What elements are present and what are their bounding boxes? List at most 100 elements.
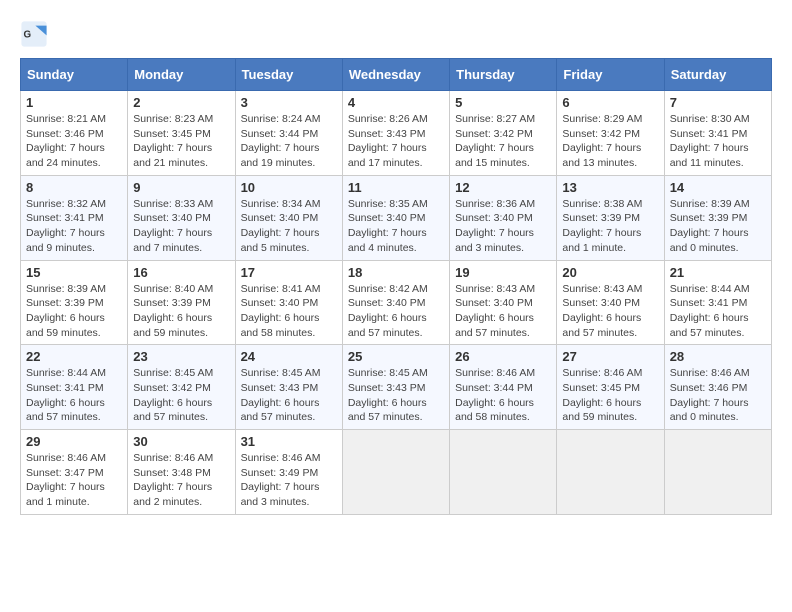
day-header-saturday: Saturday (664, 59, 771, 91)
day-header-wednesday: Wednesday (342, 59, 449, 91)
calendar-cell (450, 430, 557, 515)
day-number: 8 (26, 180, 122, 195)
calendar-cell: 7 Sunrise: 8:30 AMSunset: 3:41 PMDayligh… (664, 91, 771, 176)
calendar-cell: 18 Sunrise: 8:42 AMSunset: 3:40 PMDaylig… (342, 260, 449, 345)
day-number: 19 (455, 265, 551, 280)
day-number: 3 (241, 95, 337, 110)
day-info: Sunrise: 8:41 AMSunset: 3:40 PMDaylight:… (241, 283, 321, 339)
day-info: Sunrise: 8:24 AMSunset: 3:44 PMDaylight:… (241, 113, 321, 169)
day-info: Sunrise: 8:39 AMSunset: 3:39 PMDaylight:… (670, 198, 750, 254)
day-info: Sunrise: 8:42 AMSunset: 3:40 PMDaylight:… (348, 283, 428, 339)
day-number: 2 (133, 95, 229, 110)
calendar-cell: 31 Sunrise: 8:46 AMSunset: 3:49 PMDaylig… (235, 430, 342, 515)
logo: G (20, 20, 52, 48)
calendar-cell: 1 Sunrise: 8:21 AMSunset: 3:46 PMDayligh… (21, 91, 128, 176)
day-number: 7 (670, 95, 766, 110)
day-info: Sunrise: 8:46 AMSunset: 3:49 PMDaylight:… (241, 452, 321, 508)
calendar-cell: 23 Sunrise: 8:45 AMSunset: 3:42 PMDaylig… (128, 345, 235, 430)
calendar-cell: 30 Sunrise: 8:46 AMSunset: 3:48 PMDaylig… (128, 430, 235, 515)
day-number: 6 (562, 95, 658, 110)
day-number: 29 (26, 434, 122, 449)
calendar-cell: 11 Sunrise: 8:35 AMSunset: 3:40 PMDaylig… (342, 175, 449, 260)
calendar-cell: 6 Sunrise: 8:29 AMSunset: 3:42 PMDayligh… (557, 91, 664, 176)
calendar-cell: 8 Sunrise: 8:32 AMSunset: 3:41 PMDayligh… (21, 175, 128, 260)
day-number: 23 (133, 349, 229, 364)
day-info: Sunrise: 8:35 AMSunset: 3:40 PMDaylight:… (348, 198, 428, 254)
calendar-table: SundayMondayTuesdayWednesdayThursdayFrid… (20, 58, 772, 515)
calendar-cell (664, 430, 771, 515)
day-info: Sunrise: 8:46 AMSunset: 3:48 PMDaylight:… (133, 452, 213, 508)
day-info: Sunrise: 8:21 AMSunset: 3:46 PMDaylight:… (26, 113, 106, 169)
calendar-week-row: 29 Sunrise: 8:46 AMSunset: 3:47 PMDaylig… (21, 430, 772, 515)
calendar-cell: 3 Sunrise: 8:24 AMSunset: 3:44 PMDayligh… (235, 91, 342, 176)
day-info: Sunrise: 8:46 AMSunset: 3:45 PMDaylight:… (562, 367, 642, 423)
day-number: 5 (455, 95, 551, 110)
day-number: 12 (455, 180, 551, 195)
day-info: Sunrise: 8:45 AMSunset: 3:43 PMDaylight:… (241, 367, 321, 423)
day-info: Sunrise: 8:32 AMSunset: 3:41 PMDaylight:… (26, 198, 106, 254)
day-header-sunday: Sunday (21, 59, 128, 91)
calendar-cell: 19 Sunrise: 8:43 AMSunset: 3:40 PMDaylig… (450, 260, 557, 345)
day-number: 22 (26, 349, 122, 364)
day-header-tuesday: Tuesday (235, 59, 342, 91)
day-info: Sunrise: 8:36 AMSunset: 3:40 PMDaylight:… (455, 198, 535, 254)
logo-icon: G (20, 20, 48, 48)
calendar-cell: 28 Sunrise: 8:46 AMSunset: 3:46 PMDaylig… (664, 345, 771, 430)
day-number: 14 (670, 180, 766, 195)
svg-text:G: G (24, 30, 32, 41)
calendar-cell: 12 Sunrise: 8:36 AMSunset: 3:40 PMDaylig… (450, 175, 557, 260)
calendar-cell (557, 430, 664, 515)
calendar-cell: 26 Sunrise: 8:46 AMSunset: 3:44 PMDaylig… (450, 345, 557, 430)
calendar-week-row: 8 Sunrise: 8:32 AMSunset: 3:41 PMDayligh… (21, 175, 772, 260)
day-number: 15 (26, 265, 122, 280)
day-number: 27 (562, 349, 658, 364)
day-info: Sunrise: 8:39 AMSunset: 3:39 PMDaylight:… (26, 283, 106, 339)
day-info: Sunrise: 8:26 AMSunset: 3:43 PMDaylight:… (348, 113, 428, 169)
day-number: 28 (670, 349, 766, 364)
calendar-cell: 5 Sunrise: 8:27 AMSunset: 3:42 PMDayligh… (450, 91, 557, 176)
calendar-cell (342, 430, 449, 515)
day-info: Sunrise: 8:27 AMSunset: 3:42 PMDaylight:… (455, 113, 535, 169)
day-info: Sunrise: 8:33 AMSunset: 3:40 PMDaylight:… (133, 198, 213, 254)
day-header-thursday: Thursday (450, 59, 557, 91)
calendar-cell: 21 Sunrise: 8:44 AMSunset: 3:41 PMDaylig… (664, 260, 771, 345)
day-info: Sunrise: 8:46 AMSunset: 3:47 PMDaylight:… (26, 452, 106, 508)
day-info: Sunrise: 8:45 AMSunset: 3:43 PMDaylight:… (348, 367, 428, 423)
calendar-cell: 20 Sunrise: 8:43 AMSunset: 3:40 PMDaylig… (557, 260, 664, 345)
day-info: Sunrise: 8:38 AMSunset: 3:39 PMDaylight:… (562, 198, 642, 254)
calendar-cell: 10 Sunrise: 8:34 AMSunset: 3:40 PMDaylig… (235, 175, 342, 260)
day-number: 30 (133, 434, 229, 449)
day-info: Sunrise: 8:44 AMSunset: 3:41 PMDaylight:… (26, 367, 106, 423)
day-number: 4 (348, 95, 444, 110)
day-info: Sunrise: 8:43 AMSunset: 3:40 PMDaylight:… (562, 283, 642, 339)
calendar-cell: 22 Sunrise: 8:44 AMSunset: 3:41 PMDaylig… (21, 345, 128, 430)
day-number: 16 (133, 265, 229, 280)
day-number: 10 (241, 180, 337, 195)
calendar-cell: 14 Sunrise: 8:39 AMSunset: 3:39 PMDaylig… (664, 175, 771, 260)
day-number: 25 (348, 349, 444, 364)
day-info: Sunrise: 8:44 AMSunset: 3:41 PMDaylight:… (670, 283, 750, 339)
day-number: 20 (562, 265, 658, 280)
day-header-monday: Monday (128, 59, 235, 91)
calendar-week-row: 15 Sunrise: 8:39 AMSunset: 3:39 PMDaylig… (21, 260, 772, 345)
calendar-header-row: SundayMondayTuesdayWednesdayThursdayFrid… (21, 59, 772, 91)
day-info: Sunrise: 8:40 AMSunset: 3:39 PMDaylight:… (133, 283, 213, 339)
page-header: G (20, 20, 772, 48)
calendar-cell: 13 Sunrise: 8:38 AMSunset: 3:39 PMDaylig… (557, 175, 664, 260)
calendar-cell: 17 Sunrise: 8:41 AMSunset: 3:40 PMDaylig… (235, 260, 342, 345)
calendar-cell: 15 Sunrise: 8:39 AMSunset: 3:39 PMDaylig… (21, 260, 128, 345)
day-number: 24 (241, 349, 337, 364)
day-number: 11 (348, 180, 444, 195)
day-number: 21 (670, 265, 766, 280)
day-info: Sunrise: 8:43 AMSunset: 3:40 PMDaylight:… (455, 283, 535, 339)
day-header-friday: Friday (557, 59, 664, 91)
day-number: 9 (133, 180, 229, 195)
calendar-cell: 4 Sunrise: 8:26 AMSunset: 3:43 PMDayligh… (342, 91, 449, 176)
calendar-cell: 29 Sunrise: 8:46 AMSunset: 3:47 PMDaylig… (21, 430, 128, 515)
calendar-week-row: 22 Sunrise: 8:44 AMSunset: 3:41 PMDaylig… (21, 345, 772, 430)
calendar-cell: 16 Sunrise: 8:40 AMSunset: 3:39 PMDaylig… (128, 260, 235, 345)
calendar-cell: 2 Sunrise: 8:23 AMSunset: 3:45 PMDayligh… (128, 91, 235, 176)
calendar-cell: 25 Sunrise: 8:45 AMSunset: 3:43 PMDaylig… (342, 345, 449, 430)
day-info: Sunrise: 8:23 AMSunset: 3:45 PMDaylight:… (133, 113, 213, 169)
day-number: 17 (241, 265, 337, 280)
